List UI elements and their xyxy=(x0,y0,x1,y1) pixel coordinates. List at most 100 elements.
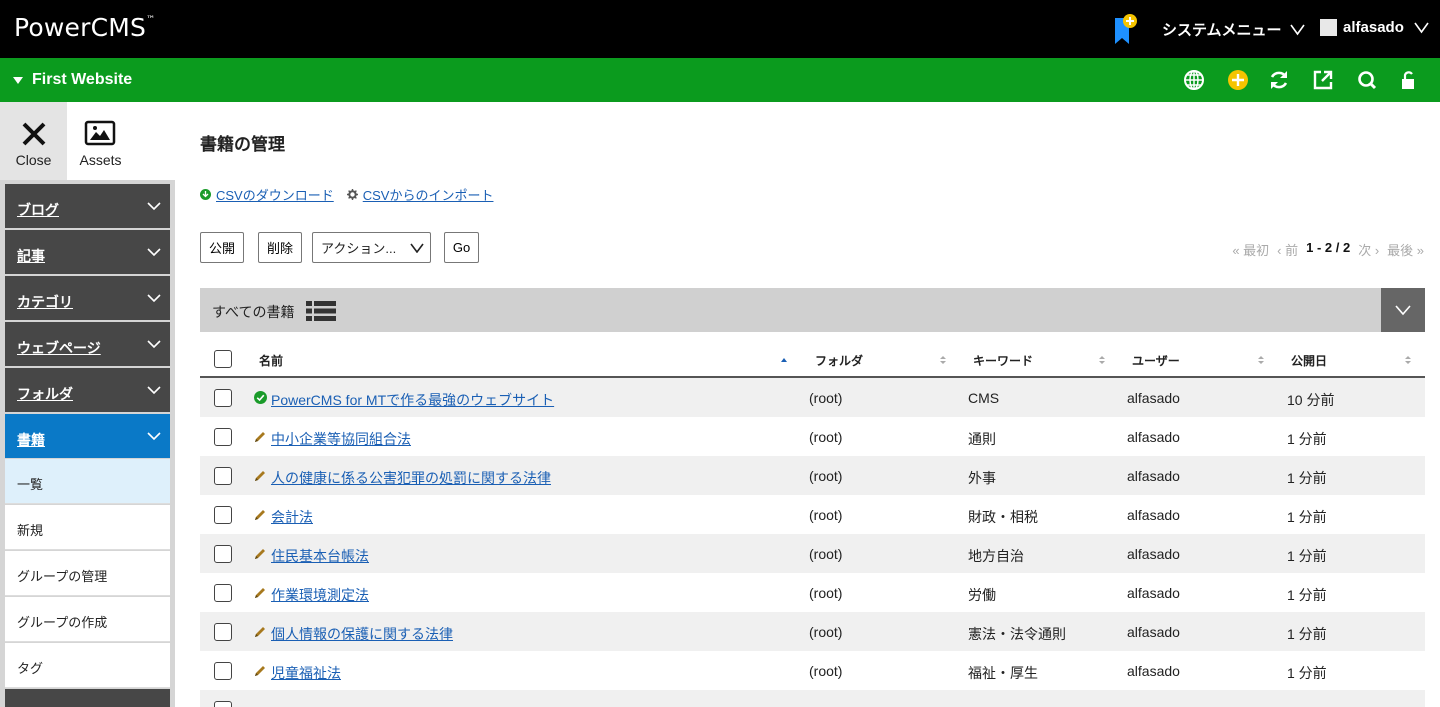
site-selector[interactable]: First Website xyxy=(13,71,132,89)
csv-download-link[interactable]: CSVのダウンロード xyxy=(216,185,334,204)
row-title-link[interactable]: 児童福祉法 xyxy=(271,663,341,683)
sidebar-subitem-label: グループの管理 xyxy=(17,569,108,584)
assets-label: Assets xyxy=(79,152,122,168)
row-checkbox[interactable] xyxy=(214,506,232,524)
csv-import-link[interactable]: CSVからのインポート xyxy=(363,185,494,204)
chevron-down-icon xyxy=(1289,24,1305,36)
row-user: alfasado xyxy=(1127,429,1180,445)
column-header-keyword[interactable]: キーワード xyxy=(973,352,1033,369)
sidebar-item-entries[interactable]: 記事 xyxy=(5,230,170,274)
side-quick-actions: Close Assets xyxy=(0,102,175,180)
sort-icon[interactable] xyxy=(939,355,947,365)
row-checkbox[interactable] xyxy=(214,584,232,602)
row-checkbox[interactable] xyxy=(214,623,232,641)
row-title-link[interactable]: 住民基本台帳法 xyxy=(271,546,369,566)
row-date: 1 分前 xyxy=(1287,431,1327,447)
sidebar-item-categories[interactable]: カテゴリ xyxy=(5,276,170,320)
chevron-down-icon xyxy=(1395,305,1411,316)
bookmark-add-icon[interactable] xyxy=(1113,14,1139,46)
sort-asc-icon[interactable] xyxy=(780,355,788,365)
powercms-logo[interactable]: PowerCMS™ xyxy=(14,13,155,42)
filter-toggle-button[interactable] xyxy=(1381,288,1425,332)
column-header-folder[interactable]: フォルダ xyxy=(815,352,863,369)
sidebar-item-blog[interactable]: ブログ xyxy=(5,184,170,228)
row-title-link[interactable]: 作業環境測定法 xyxy=(271,585,369,605)
refresh-icon[interactable] xyxy=(1268,69,1290,91)
books-table: 名前 フォルダ キーワード ユーザー 公開日 PowerCMS for MTで作… xyxy=(200,340,1425,707)
row-folder: (root) xyxy=(809,546,843,562)
table-row: 会計法 (root) 財政・相税 alfasado 1 分前 xyxy=(200,495,1425,534)
row-user: alfasado xyxy=(1127,624,1180,640)
caret-down-icon xyxy=(13,76,23,84)
select-all-checkbox[interactable] xyxy=(214,350,232,368)
sidebar-subitem-new[interactable]: 新規 xyxy=(5,505,170,550)
row-folder: (root) xyxy=(809,390,843,406)
row-checkbox[interactable] xyxy=(214,662,232,680)
sidebar-item-webpages[interactable]: ウェブページ xyxy=(5,322,170,366)
sidebar-subitem-manage-groups[interactable]: グループの管理 xyxy=(5,551,170,596)
search-icon[interactable] xyxy=(1356,69,1378,91)
column-header-date[interactable]: 公開日 xyxy=(1291,352,1327,369)
system-menu-dropdown[interactable]: システムメニュー xyxy=(1162,19,1305,40)
user-menu-dropdown[interactable]: alfasado xyxy=(1320,19,1429,36)
page-title: 書籍の管理 xyxy=(200,135,285,154)
username-label: alfasado xyxy=(1343,19,1404,36)
sidebar-subitem-tags[interactable]: タグ xyxy=(5,643,170,688)
row-title-link[interactable]: 会計法 xyxy=(271,507,313,527)
sort-icon[interactable] xyxy=(1404,355,1412,365)
publish-button[interactable]: 公開 xyxy=(200,232,244,263)
pencil-icon xyxy=(255,549,265,559)
sidebar-item-label: カテゴリ xyxy=(17,294,73,310)
sidebar-item-books[interactable]: 書籍 xyxy=(5,414,170,458)
csv-actions: CSVのダウンロード CSVからのインポート xyxy=(200,185,493,204)
row-keyword: 福祉・厚生 xyxy=(968,665,1038,681)
go-button[interactable]: Go xyxy=(444,232,479,263)
row-checkbox[interactable] xyxy=(214,467,232,485)
pager-next[interactable]: 次 › xyxy=(1358,240,1379,259)
sidebar-subitem-label: 一覧 xyxy=(17,477,44,492)
row-user: alfasado xyxy=(1127,546,1180,562)
row-user: alfasado xyxy=(1127,585,1180,601)
chevron-down-icon xyxy=(410,243,424,253)
lock-icon[interactable] xyxy=(1397,69,1419,91)
pager-last[interactable]: 最後 » xyxy=(1387,240,1424,259)
add-icon[interactable] xyxy=(1227,69,1249,91)
row-date: 1 分前 xyxy=(1287,626,1327,642)
row-checkbox[interactable] xyxy=(214,701,232,707)
sidebar-item-label: 記事 xyxy=(17,248,45,264)
sort-icon[interactable] xyxy=(1257,355,1265,365)
pager-prev[interactable]: ‹ 前 xyxy=(1277,240,1298,259)
sidebar-subitem-list[interactable]: 一覧 xyxy=(5,459,170,504)
delete-button[interactable]: 削除 xyxy=(258,232,302,263)
row-title-link[interactable]: 人の健康に係る公害犯罪の処罰に関する法律 xyxy=(271,468,551,488)
row-date: 1 分前 xyxy=(1287,665,1327,681)
row-date: 1 分前 xyxy=(1287,587,1327,603)
row-user: alfasado xyxy=(1127,663,1180,679)
sidebar-subitem-create-group[interactable]: グループの作成 xyxy=(5,597,170,642)
chevron-down-icon xyxy=(147,432,161,441)
column-header-user[interactable]: ユーザー xyxy=(1132,352,1180,369)
sort-icon[interactable] xyxy=(1098,355,1106,365)
sidebar-item-label: 書籍 xyxy=(17,432,45,448)
action-select[interactable]: アクション... xyxy=(312,232,431,263)
row-folder: (root) xyxy=(809,507,843,523)
row-title-link[interactable]: 中小企業等協同組合法 xyxy=(271,429,411,449)
sidebar-item-folders[interactable]: フォルダ xyxy=(5,368,170,412)
row-date: 10 分前 xyxy=(1287,392,1335,408)
close-button[interactable]: Close xyxy=(0,102,67,180)
row-title-link[interactable]: 個人情報の保護に関する法律 xyxy=(271,624,453,644)
column-header-name[interactable]: 名前 xyxy=(259,352,283,369)
assets-button[interactable]: Assets xyxy=(67,102,134,180)
pager-first[interactable]: « 最初 xyxy=(1232,240,1269,259)
row-checkbox[interactable] xyxy=(214,389,232,407)
row-checkbox[interactable] xyxy=(214,428,232,446)
row-folder: (root) xyxy=(809,585,843,601)
row-title-link[interactable]: PowerCMS for MTで作る最強のウェブサイト xyxy=(271,390,554,410)
globe-icon[interactable] xyxy=(1183,69,1205,91)
row-keyword: 通則 xyxy=(968,431,996,447)
row-date: 1 分前 xyxy=(1287,470,1327,486)
row-checkbox[interactable] xyxy=(214,545,232,563)
list-icon[interactable] xyxy=(306,300,336,322)
sidebar-item-more[interactable] xyxy=(5,689,170,707)
external-link-icon[interactable] xyxy=(1312,69,1334,91)
